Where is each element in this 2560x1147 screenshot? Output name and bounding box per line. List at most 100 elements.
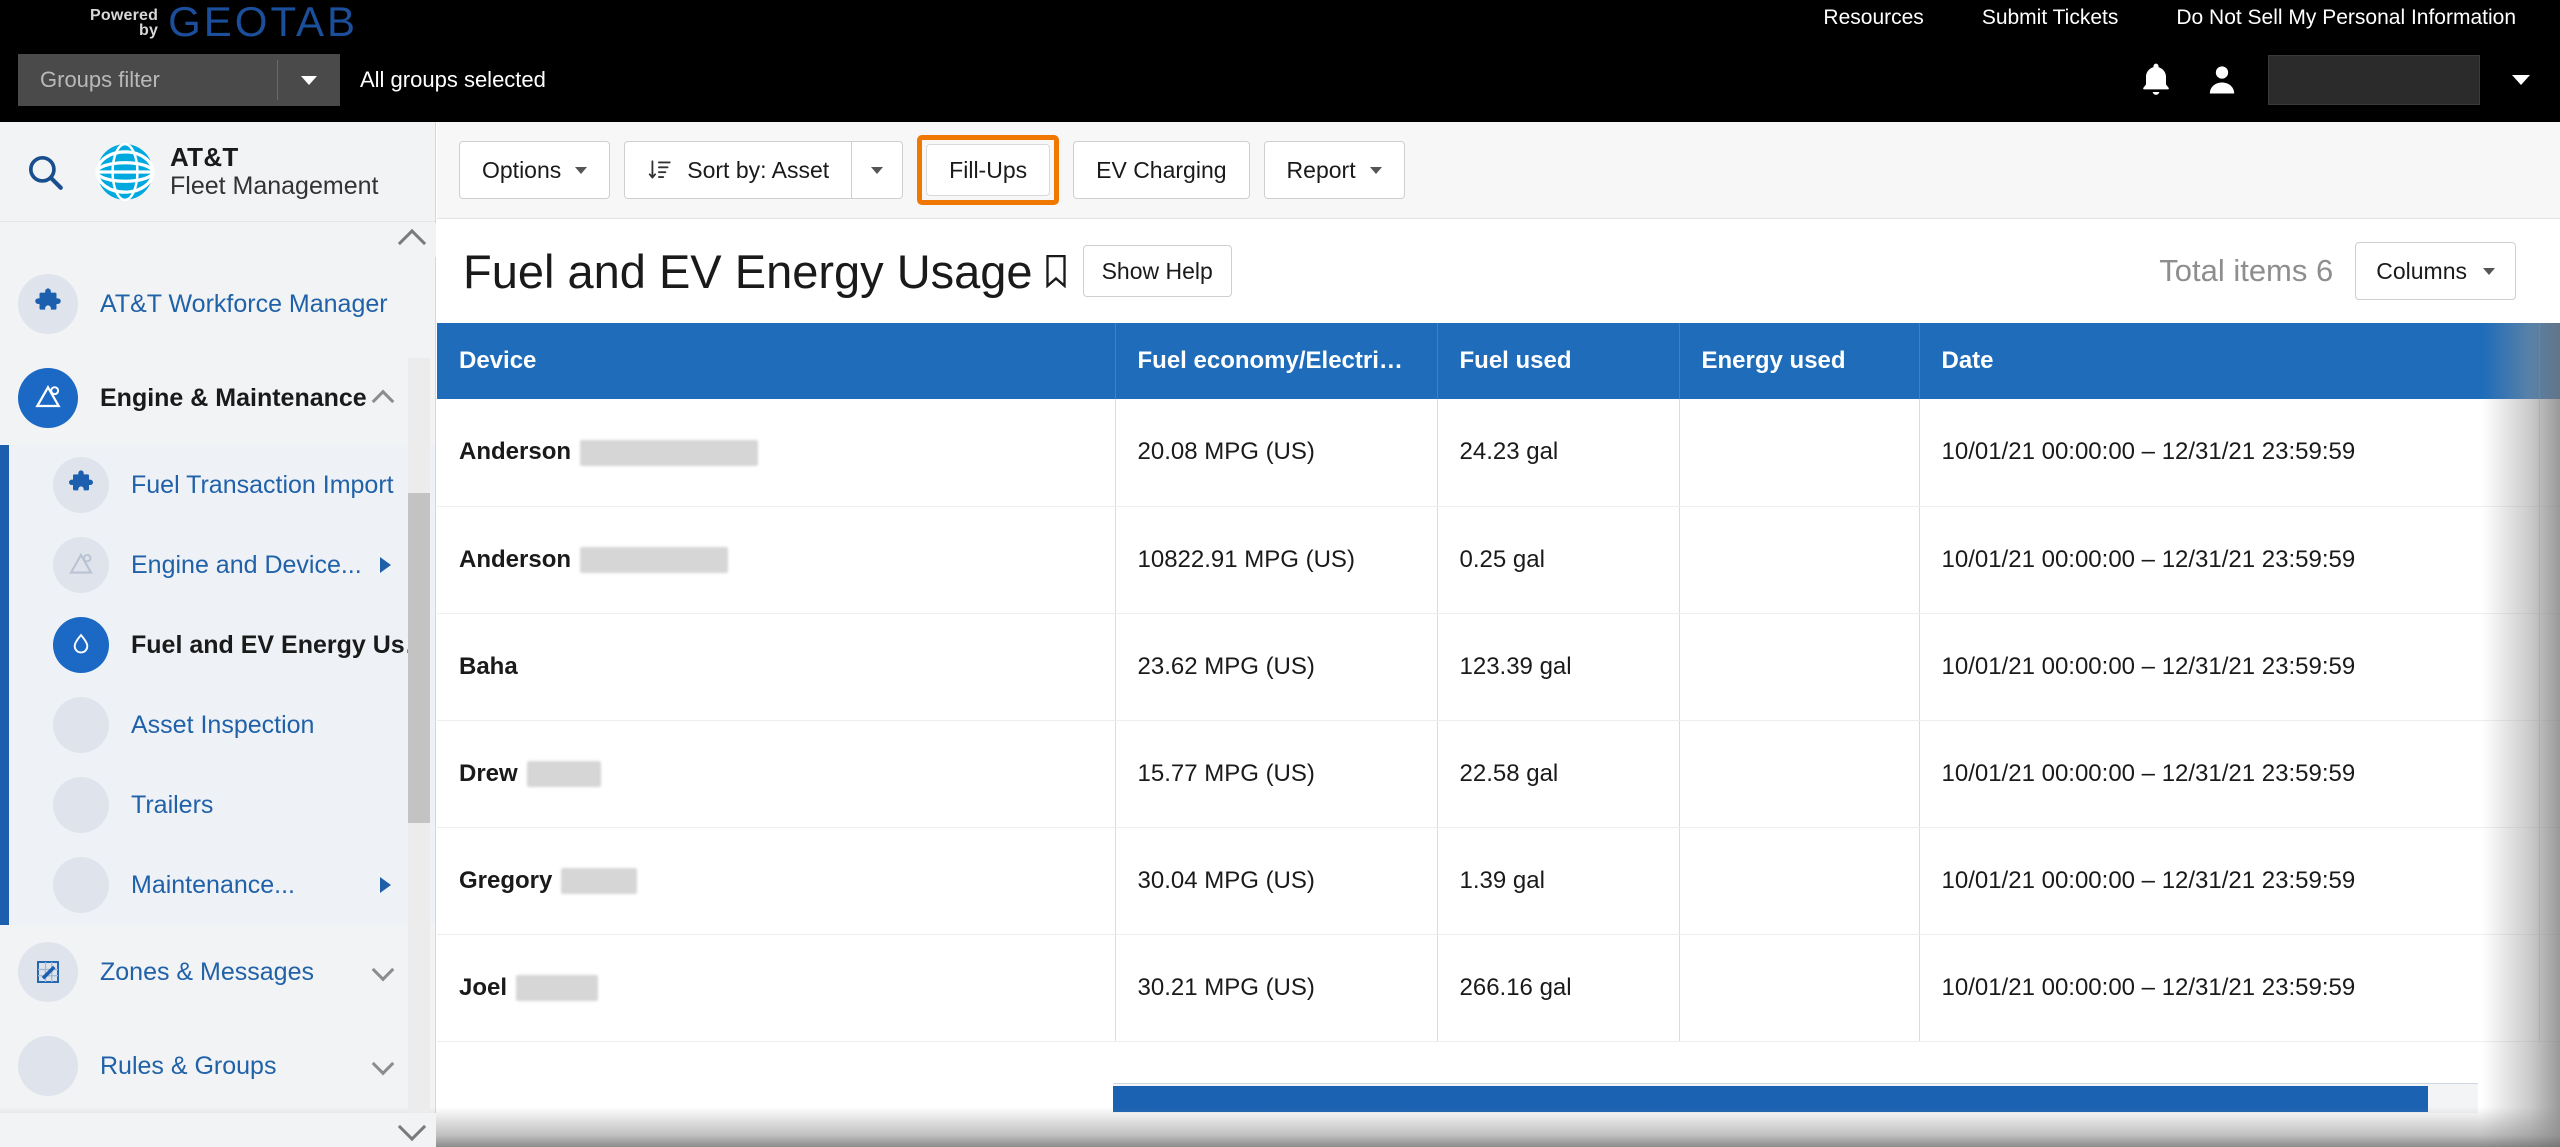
cell-energy-used: [1679, 827, 1920, 935]
sidebar-scroll-up-button[interactable]: [0, 223, 436, 258]
cell-device: Joel: [437, 934, 1116, 1042]
sidebar-scrollbar-thumb[interactable]: [408, 493, 430, 823]
sidebar-item-label: Trailers: [131, 790, 214, 819]
blank-icon: [53, 777, 109, 833]
horizontal-scrollbar-thumb[interactable]: [1113, 1086, 2428, 1112]
device-name-redacted: [561, 868, 638, 895]
table-row[interactable]: Joel 30.21 MPG (US) 266.16 gal 10/01/21 00:…: [437, 934, 2560, 1042]
cell-date: 10/01/21 00:00:00 – 12/31/21 23:59:59: [1919, 720, 2540, 828]
column-header-device[interactable]: Device: [437, 323, 1116, 399]
cell-fuel-used: 1.39 gal: [1437, 827, 1680, 935]
table-header: Device Fuel economy/Electric e... Fuel u…: [437, 323, 2560, 399]
user-name-redacted: [2268, 55, 2480, 105]
sidebar-item-asset-inspection[interactable]: Asset Inspection: [9, 685, 435, 765]
table-row[interactable]: Anderson 20.08 MPG (US) 24.23 gal 10/01/21 …: [437, 399, 2560, 507]
column-header-date[interactable]: Date: [1919, 323, 2540, 399]
column-header-fuel-used[interactable]: Fuel used: [1437, 323, 1680, 399]
cell-fuel-economy: 23.62 MPG (US): [1115, 613, 1438, 721]
sidebar-item-engine-and-device[interactable]: Engine and Device...: [9, 525, 435, 605]
cell-distance: 35: [2539, 720, 2560, 828]
bookmark-icon[interactable]: [1043, 254, 1069, 288]
expand-toggle[interactable]: [371, 388, 395, 412]
submenu-arrow[interactable]: [380, 557, 391, 573]
cell-fuel-economy: 10822.91 MPG (US): [1115, 506, 1438, 614]
cell-date: 10/01/21 00:00:00 – 12/31/21 23:59:59: [1919, 827, 2540, 935]
show-help-button[interactable]: Show Help: [1082, 245, 1232, 297]
fill-ups-button[interactable]: Fill-Ups: [926, 144, 1051, 196]
ev-charging-button[interactable]: EV Charging: [1073, 141, 1250, 199]
sidebar-item-zones-and-messages[interactable]: Zones & Messages: [0, 925, 435, 1019]
sidebar-item-label: AT&T Workforce Manager: [100, 289, 388, 318]
table-container: Device Fuel economy/Electric e... Fuel u…: [437, 323, 2560, 1147]
device-name-redacted: [580, 439, 759, 466]
horizontal-scrollbar-track[interactable]: [1113, 1083, 2478, 1113]
sidebar-item-rules-and-groups[interactable]: Rules & Groups: [0, 1019, 435, 1113]
sidebar-item-label: Engine & Maintenance: [100, 383, 367, 412]
person-icon[interactable]: [2204, 60, 2240, 100]
groups-filter-row: Groups filter All groups selected: [0, 52, 2560, 114]
device-name-redacted: [526, 761, 601, 788]
chevron-down-icon: [2483, 267, 2495, 275]
cell-fuel-used: 266.16 gal: [1437, 934, 1680, 1042]
chevron-up-icon: [371, 389, 395, 412]
sidebar-header: AT&T Fleet Management: [0, 122, 435, 222]
link-submit-tickets[interactable]: Submit Tickets: [1982, 6, 2119, 30]
cell-fuel-economy: 30.21 MPG (US): [1115, 934, 1438, 1042]
sidebar-item-label: Fuel Transaction Import: [131, 470, 394, 499]
powered-line2: by: [139, 22, 159, 39]
column-header-fuel-economy[interactable]: Fuel economy/Electric e...: [1115, 323, 1438, 399]
table-row[interactable]: Anderson 10822.91 MPG (US) 0.25 gal 10/01/2…: [437, 506, 2560, 614]
options-button[interactable]: Options: [459, 141, 611, 199]
sidebar-item-label: Maintenance...: [131, 870, 295, 899]
device-name: Anderson: [459, 545, 572, 573]
groups-filter-input[interactable]: Groups filter: [18, 54, 277, 106]
sidebar-scroll-area: AT&T Workforce Manager Engine & Maintena…: [0, 223, 435, 1147]
column-header-energy-used[interactable]: Energy used: [1679, 323, 1920, 399]
sidebar-item-fuel-transaction-import[interactable]: Fuel Transaction Import: [9, 445, 435, 525]
link-resources[interactable]: Resources: [1823, 6, 1923, 30]
expand-toggle[interactable]: [371, 1052, 395, 1077]
sort-by-dropdown-button[interactable]: [851, 141, 904, 199]
arrow-right-icon: [380, 877, 391, 893]
sidebar-scroll-down-button[interactable]: [0, 1112, 436, 1147]
submenu-arrow[interactable]: [380, 877, 391, 893]
sidebar-item-att-workforce-manager[interactable]: AT&T Workforce Manager: [0, 257, 435, 351]
cell-fuel-economy: 15.77 MPG (US): [1115, 720, 1438, 828]
page-header-right: Total items 6 Columns: [2159, 242, 2516, 300]
user-menu-chevron-down-icon[interactable]: [2512, 75, 2530, 85]
bell-icon[interactable]: [2136, 59, 2176, 101]
zones-icon: [18, 942, 78, 1002]
report-button[interactable]: Report: [1263, 141, 1405, 199]
blank-icon: [53, 697, 109, 753]
columns-label: Columns: [2376, 257, 2467, 284]
table-header-row: Device Fuel economy/Electric e... Fuel u…: [437, 323, 2560, 399]
cell-device: Anderson: [437, 399, 1116, 507]
columns-button[interactable]: Columns: [2355, 242, 2516, 300]
sidebar-item-trailers[interactable]: Trailers: [9, 765, 435, 845]
table-row[interactable]: Gregory 30.04 MPG (US) 1.39 gal 10/01/21 00…: [437, 827, 2560, 935]
brand: AT&T Fleet Management: [94, 141, 378, 203]
groups-filter-dropdown-button[interactable]: [278, 54, 340, 106]
blank-icon: [18, 1036, 78, 1096]
chevron-down-icon: [871, 166, 884, 174]
device-name-redacted: [516, 975, 599, 1002]
cell-device: Drew: [437, 720, 1116, 828]
groups-filter[interactable]: Groups filter: [18, 54, 340, 106]
search-button[interactable]: [14, 141, 76, 203]
table-row[interactable]: Drew 15.77 MPG (US) 22.58 gal 10/01/21 00:0…: [437, 720, 2560, 828]
sort-by-split-button: Sort by: Asset: [624, 141, 904, 199]
expand-toggle[interactable]: [371, 958, 395, 983]
sidebar-item-maintenance[interactable]: Maintenance...: [9, 845, 435, 925]
sidebar-item-fuel-and-ev-energy-usage[interactable]: Fuel and EV Energy Usage: [9, 605, 435, 685]
table-row[interactable]: Baha 23.62 MPG (US) 123.39 gal 10/01/21 00:…: [437, 613, 2560, 721]
sort-by-button[interactable]: Sort by: Asset: [624, 141, 852, 199]
page-header: Fuel and EV Energy Usage Show Help Total…: [437, 219, 2560, 323]
link-do-not-sell[interactable]: Do Not Sell My Personal Information: [2176, 6, 2516, 30]
sidebar-item-engine-and-maintenance[interactable]: Engine & Maintenance: [0, 351, 435, 445]
column-header-distance[interactable]: Di: [2539, 323, 2560, 399]
cell-device: Baha: [437, 613, 1116, 721]
cell-distance: 26: [2539, 506, 2560, 614]
fuel-drop-icon: [53, 617, 109, 673]
device-name-redacted: [580, 547, 729, 574]
sidebar-item-label: Rules & Groups: [100, 1051, 277, 1080]
